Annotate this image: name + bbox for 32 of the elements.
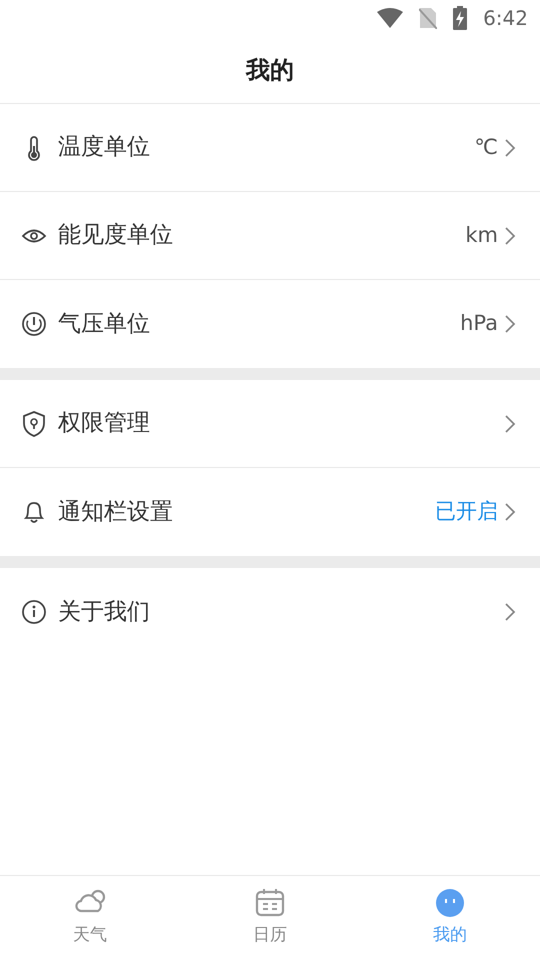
wifi-icon <box>377 8 404 28</box>
row-value: km <box>465 222 498 249</box>
chevron-right-icon <box>504 414 516 434</box>
settings-row[interactable]: 关于我们 <box>0 568 540 656</box>
row-label: 通知栏设置 <box>58 498 174 527</box>
settings-row[interactable]: 通知栏设置 已开启 <box>0 468 540 556</box>
chevron-right-icon <box>504 226 516 246</box>
row-value: 已开启 <box>435 498 498 526</box>
face-icon <box>434 887 466 920</box>
row-label: 关于我们 <box>58 598 151 627</box>
row-value: ℃ <box>474 134 498 161</box>
row-label: 温度单位 <box>58 133 151 162</box>
settings-row[interactable]: 温度单位 ℃ <box>0 104 540 192</box>
page-title: 我的 <box>246 54 294 86</box>
chevron-right-icon <box>504 314 516 334</box>
chevron-right-icon <box>504 502 516 522</box>
battery-charging-icon <box>453 6 468 30</box>
no-sim-icon <box>419 7 438 29</box>
chevron-right-icon <box>504 138 516 158</box>
row-value: hPa <box>460 310 498 338</box>
tab[interactable]: 日历 <box>180 876 360 960</box>
tab[interactable]: 天气 <box>0 876 180 960</box>
settings-row[interactable]: 权限管理 <box>0 380 540 468</box>
clock: 6:42 <box>483 5 528 32</box>
shield-icon <box>20 410 48 438</box>
row-label: 权限管理 <box>58 409 151 438</box>
info-icon <box>20 598 48 626</box>
chevron-right-icon <box>504 602 516 622</box>
settings-row[interactable]: 气压单位 hPa <box>0 280 540 368</box>
row-label: 能见度单位 <box>58 221 174 250</box>
settings-row[interactable]: 能见度单位 km <box>0 192 540 280</box>
row-label: 气压单位 <box>58 310 151 339</box>
